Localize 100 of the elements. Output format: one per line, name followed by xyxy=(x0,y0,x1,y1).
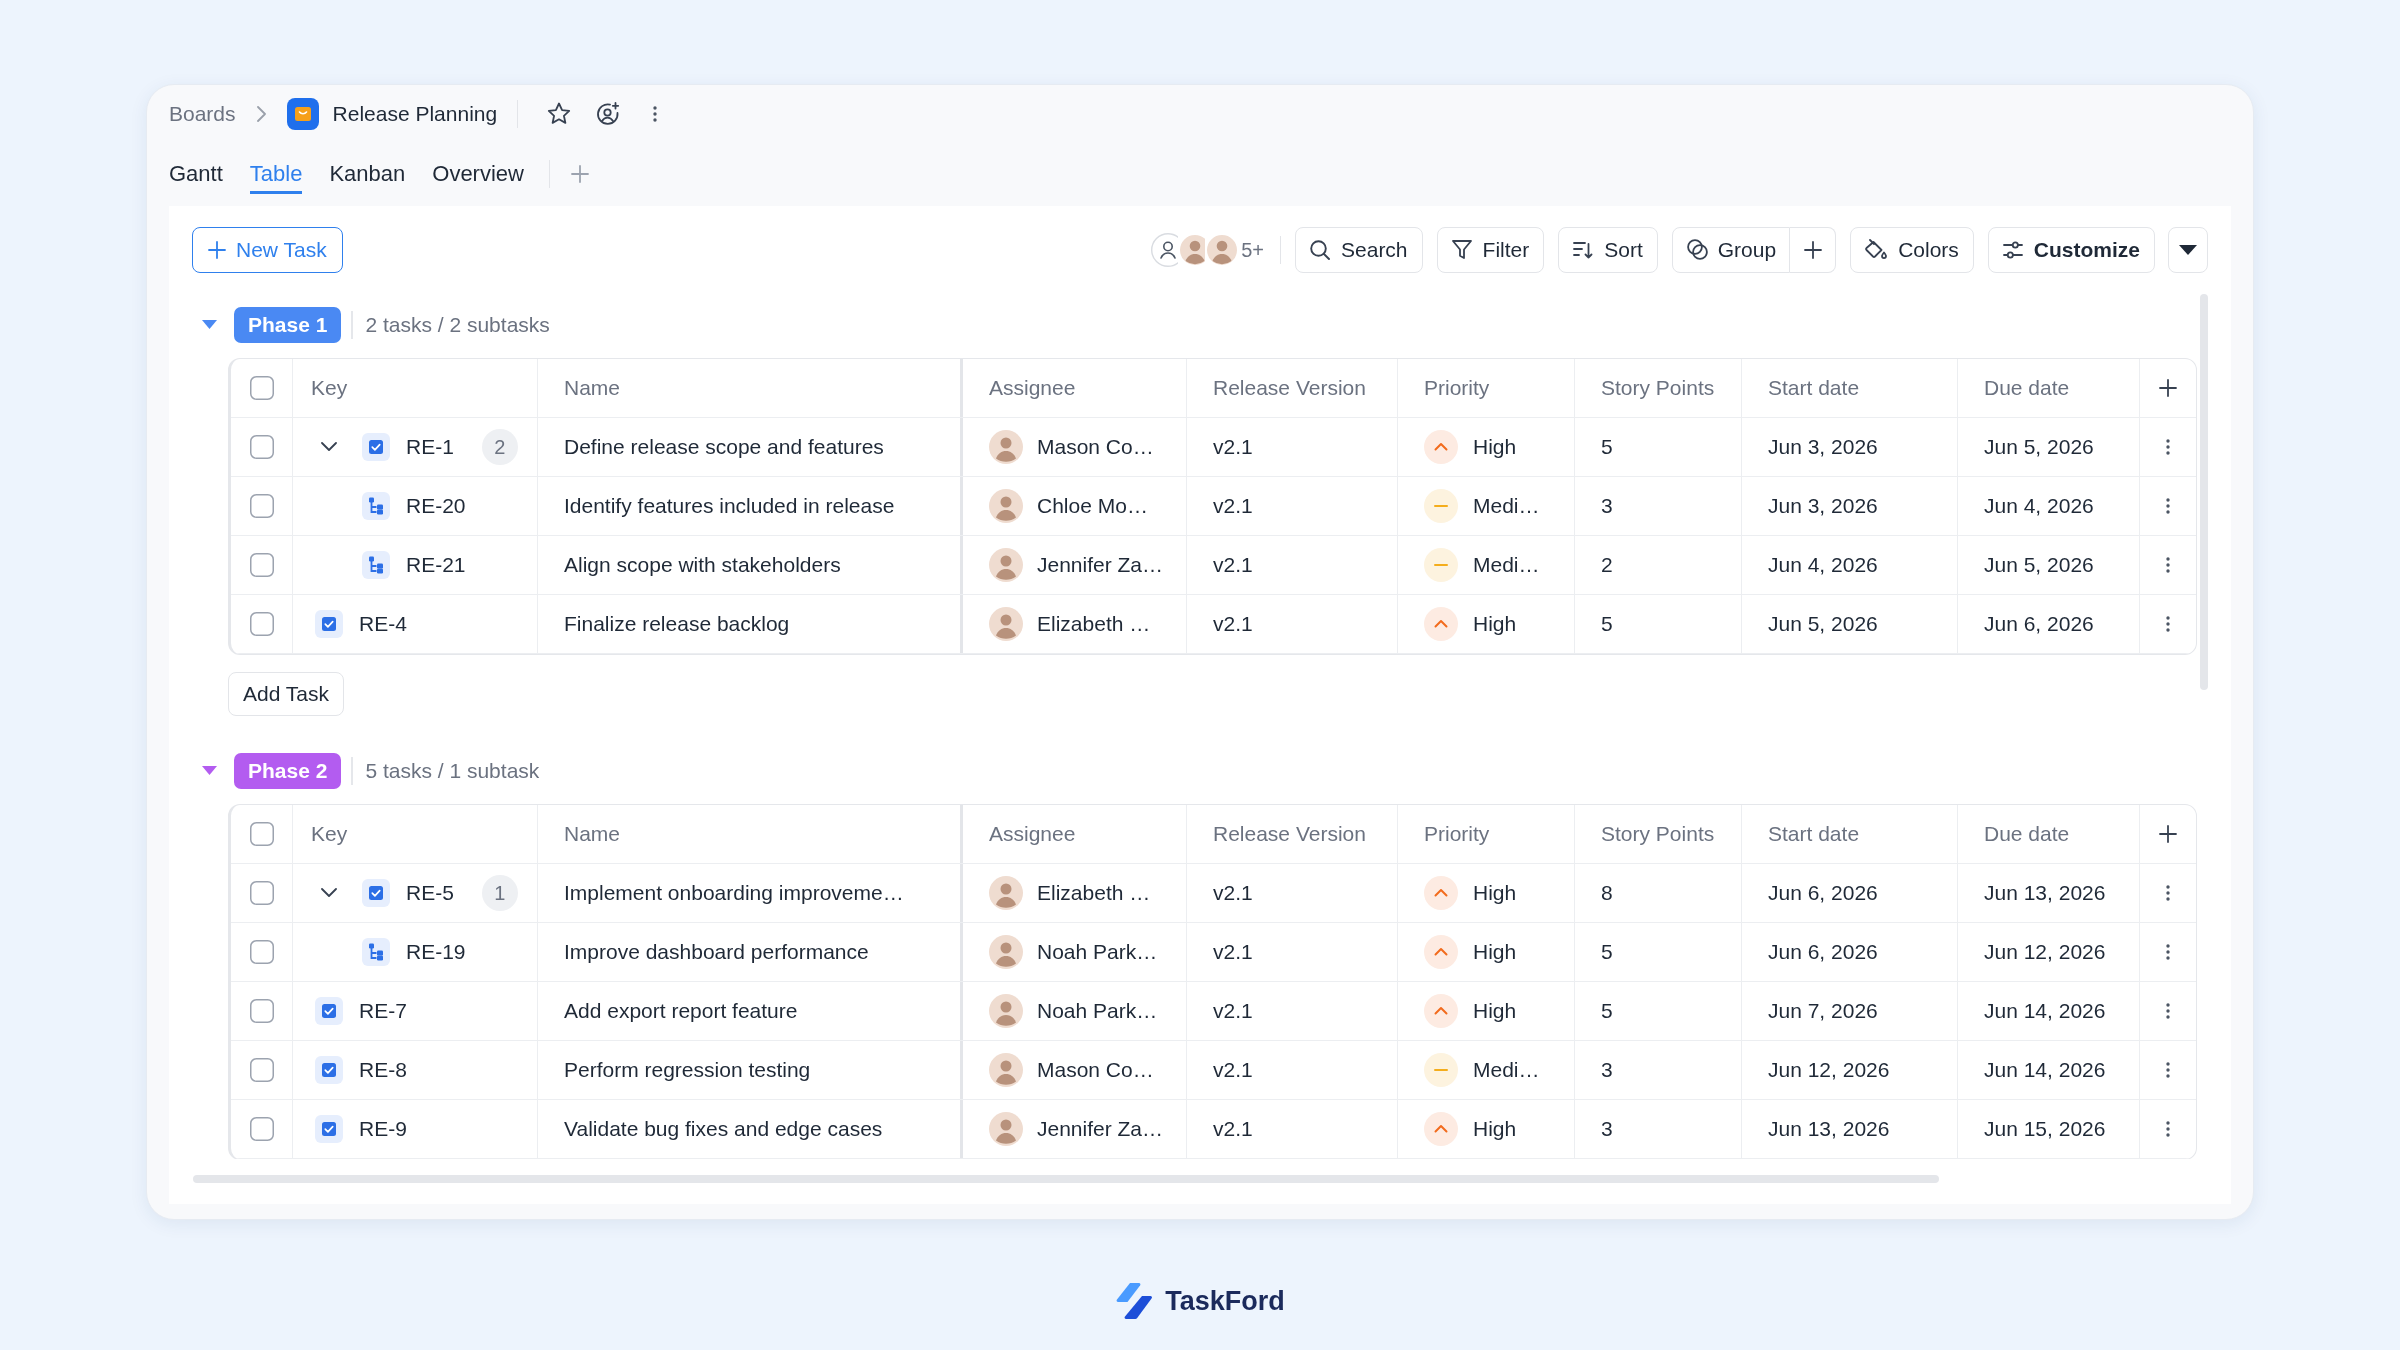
more-icon[interactable] xyxy=(2166,1061,2170,1078)
column-header[interactable]: Story Points xyxy=(1601,372,1715,404)
more-icon[interactable] xyxy=(2166,497,2170,514)
column-header[interactable]: Name xyxy=(564,818,621,850)
column-header[interactable]: Due date xyxy=(1984,372,2070,404)
row-checkbox[interactable] xyxy=(249,1057,274,1082)
filter-button[interactable]: Filter xyxy=(1436,226,1545,273)
row-checkbox[interactable] xyxy=(249,998,274,1023)
task-name[interactable]: Improve dashboard performance xyxy=(564,936,869,968)
plus-icon[interactable] xyxy=(2159,824,2177,843)
user-add-icon[interactable] xyxy=(596,101,621,126)
more-icon[interactable] xyxy=(2166,1120,2170,1137)
task-name[interactable]: Finalize release backlog xyxy=(564,608,790,640)
caret-down-icon[interactable] xyxy=(202,766,217,776)
scrollbar-thumb[interactable] xyxy=(2200,293,2208,690)
chevron-down-icon[interactable] xyxy=(321,888,337,898)
add-button[interactable] xyxy=(1790,226,1837,273)
sort-button[interactable]: Sort xyxy=(1558,226,1658,273)
avatar-icon xyxy=(989,1111,1023,1146)
more-icon[interactable] xyxy=(2166,943,2170,960)
checked-box-icon xyxy=(315,1114,343,1143)
customize-button[interactable]: Customize xyxy=(1987,226,2155,273)
assignee-name: Jennifer Za… xyxy=(1037,1116,1164,1143)
row-checkbox[interactable] xyxy=(249,552,274,577)
colors-button[interactable]: Colors xyxy=(1850,226,1974,273)
chevron-up-icon xyxy=(1424,1111,1458,1146)
box-icon xyxy=(286,97,319,130)
avatar-icon[interactable] xyxy=(1205,232,1240,267)
breadcrumb-link[interactable]: Boards xyxy=(169,98,236,130)
more-icon[interactable] xyxy=(2166,615,2170,632)
scrollbar-thumb[interactable] xyxy=(193,1174,1939,1183)
chevron-up-icon xyxy=(1424,429,1458,464)
column-header[interactable]: Name xyxy=(564,372,621,404)
column-header[interactable]: Start date xyxy=(1768,818,1860,850)
task-name[interactable]: Perform regression testing xyxy=(564,1054,811,1086)
more-icon[interactable] xyxy=(2166,438,2170,455)
task-key[interactable]: RE-20 xyxy=(406,490,466,522)
more-icon[interactable] xyxy=(2166,1002,2170,1019)
due-date: Jun 14, 2026 xyxy=(1984,1057,2106,1084)
tab[interactable]: Kanban xyxy=(329,153,406,194)
column-header[interactable]: Key xyxy=(311,372,348,404)
release-version: v2.1 xyxy=(1213,880,1253,907)
column-header[interactable]: Priority xyxy=(1424,818,1490,850)
column-header[interactable]: Start date xyxy=(1768,372,1860,404)
task-key[interactable]: RE-8 xyxy=(359,1054,407,1086)
task-key[interactable]: RE-19 xyxy=(406,936,466,968)
task-name[interactable]: Define release scope and features xyxy=(564,431,884,463)
plus-icon[interactable] xyxy=(2159,378,2177,397)
assignee-name: Elizabeth … xyxy=(1037,611,1151,638)
story-points: 5 xyxy=(1601,434,1613,461)
column-header[interactable]: Assignee xyxy=(989,372,1076,404)
task-key[interactable]: RE-21 xyxy=(406,549,466,581)
row-checkbox[interactable] xyxy=(249,434,274,459)
due-date: Jun 14, 2026 xyxy=(1984,998,2106,1025)
priority-label: High xyxy=(1473,998,1517,1025)
subtask-count: 1 xyxy=(481,874,518,911)
new-task-button[interactable]: New Task xyxy=(192,226,343,273)
task-name[interactable]: Identify features included in release xyxy=(564,490,895,522)
column-header[interactable]: Release Version xyxy=(1213,372,1366,404)
column-header[interactable]: Story Points xyxy=(1601,818,1715,850)
column-header[interactable]: Due date xyxy=(1984,818,2070,850)
group-button[interactable]: Group xyxy=(1671,226,1791,273)
chevron-up-icon xyxy=(1424,993,1458,1028)
task-name[interactable]: Validate bug fixes and edge cases xyxy=(564,1113,883,1145)
row-checkbox[interactable] xyxy=(249,1116,274,1141)
column-header[interactable]: Assignee xyxy=(989,818,1076,850)
more-icon[interactable] xyxy=(653,105,658,122)
task-name[interactable]: Implement onboarding improveme… xyxy=(564,877,904,909)
task-name[interactable]: Add export report feature xyxy=(564,995,798,1027)
caret-down-icon[interactable] xyxy=(202,320,217,330)
task-key[interactable]: RE-5 xyxy=(406,877,454,909)
row-checkbox[interactable] xyxy=(249,493,274,518)
person-icon[interactable] xyxy=(1151,232,1179,267)
search-button[interactable]: Search xyxy=(1295,226,1423,273)
chevron-down-icon[interactable] xyxy=(321,442,337,452)
tab[interactable]: Gantt xyxy=(169,153,223,194)
row-checkbox[interactable] xyxy=(249,611,274,636)
member-count[interactable]: 5+ xyxy=(1241,234,1264,265)
column-header[interactable]: Release Version xyxy=(1213,818,1366,850)
row-checkbox[interactable] xyxy=(249,880,274,905)
row-checkbox[interactable] xyxy=(249,939,274,964)
task-name[interactable]: Align scope with stakeholders xyxy=(564,549,841,581)
more-icon[interactable] xyxy=(2166,884,2170,901)
dropdown-button[interactable] xyxy=(2168,226,2208,273)
add-task-button[interactable]: Add Task xyxy=(228,671,344,716)
checked-box-icon xyxy=(315,609,343,638)
task-key[interactable]: RE-4 xyxy=(359,608,407,640)
task-key[interactable]: RE-9 xyxy=(359,1113,407,1145)
avatar-icon xyxy=(989,875,1023,910)
column-header[interactable]: Key xyxy=(311,818,348,850)
tab[interactable]: Overview xyxy=(432,153,524,194)
header-checkbox[interactable] xyxy=(249,821,274,846)
more-icon[interactable] xyxy=(2166,556,2170,573)
story-points: 2 xyxy=(1601,552,1613,579)
column-header[interactable]: Priority xyxy=(1424,372,1490,404)
tab[interactable]: Table xyxy=(249,153,303,194)
star-icon[interactable] xyxy=(547,102,572,126)
task-key[interactable]: RE-7 xyxy=(359,995,407,1027)
task-key[interactable]: RE-1 xyxy=(406,431,454,463)
header-checkbox[interactable] xyxy=(249,375,274,400)
